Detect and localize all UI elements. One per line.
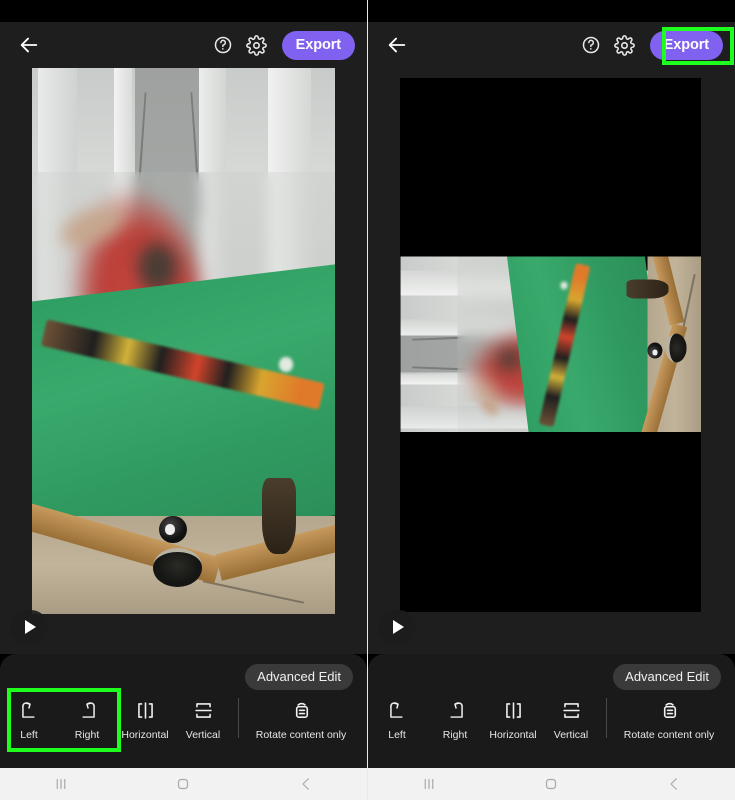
video-frame-pool-table-rotated (400, 256, 701, 432)
toolbar-divider (606, 698, 607, 738)
tool-flip-horizontal[interactable]: Horizontal (484, 698, 542, 741)
rotated-video-frame (400, 256, 701, 432)
rotate-left-icon (387, 698, 408, 722)
android-nav-bar (368, 768, 735, 800)
back-chevron-icon[interactable] (652, 768, 696, 800)
rotate-tools: Left Right Horizontal Vertical Rotate co… (368, 690, 735, 741)
tool-label: Vertical (185, 729, 221, 741)
flip-vertical-icon (193, 698, 214, 722)
tool-rotate-right[interactable]: Right (426, 698, 484, 741)
export-button[interactable]: Export (649, 30, 723, 60)
back-chevron-icon[interactable] (284, 768, 328, 800)
rotate-right-icon (445, 698, 466, 722)
advanced-edit-row: Advanced Edit (368, 654, 735, 690)
flip-horizontal-icon (135, 698, 156, 722)
panel-after: Export Advanced Edit Left Right Horizont… (367, 0, 735, 800)
advanced-edit-row: Advanced Edit (0, 654, 367, 690)
tool-rotate-left[interactable]: Left (0, 698, 58, 741)
advanced-edit-button[interactable]: Advanced Edit (613, 664, 721, 690)
tool-label: Horizontal (489, 729, 537, 741)
tool-flip-vertical[interactable]: Vertical (174, 698, 232, 741)
help-button[interactable] (576, 30, 606, 60)
tool-flip-vertical[interactable]: Vertical (542, 698, 600, 741)
tool-label: Right (442, 729, 468, 741)
settings-button[interactable] (610, 30, 640, 60)
rotate-tools: Left Right Horizontal Vertical Rotate co… (0, 690, 367, 741)
toolbar-divider (238, 698, 239, 738)
settings-button[interactable] (242, 30, 272, 60)
home-icon[interactable] (529, 768, 573, 800)
back-button[interactable] (12, 28, 46, 62)
play-button[interactable] (10, 610, 48, 644)
advanced-edit-button[interactable]: Advanced Edit (245, 664, 353, 690)
back-button[interactable] (380, 28, 414, 62)
tool-label: Horizontal (121, 729, 169, 741)
recents-icon[interactable] (407, 768, 451, 800)
video-preview[interactable] (32, 68, 335, 614)
rotate-content-icon (658, 698, 681, 722)
video-preview[interactable] (400, 78, 701, 612)
edit-toolbar: Advanced Edit Left Right Horizontal Vert… (368, 654, 735, 768)
recents-icon[interactable] (39, 768, 83, 800)
tool-label: Left (388, 729, 406, 741)
tool-label: Rotate content only (255, 729, 347, 741)
help-button[interactable] (208, 30, 238, 60)
play-button[interactable] (378, 610, 416, 644)
play-icon (25, 620, 36, 634)
tool-flip-horizontal[interactable]: Horizontal (116, 698, 174, 741)
edit-toolbar: Advanced Edit Left Right Horizontal Vert… (0, 654, 367, 768)
rotate-left-icon (19, 698, 40, 722)
tool-label: Vertical (553, 729, 589, 741)
tool-rotate-left[interactable]: Left (368, 698, 426, 741)
video-frame-pool-table (32, 68, 335, 614)
video-canvas-area (368, 68, 735, 654)
status-bar (368, 0, 735, 22)
tool-rotate-right[interactable]: Right (58, 698, 116, 741)
app-bar: Export (368, 22, 735, 68)
tool-label: Rotate content only (623, 729, 715, 741)
panel-before: Export Advanced Edit Left Right Horizont… (0, 0, 367, 800)
rotate-right-icon (77, 698, 98, 722)
play-icon (393, 620, 404, 634)
android-nav-bar (0, 768, 367, 800)
rotate-content-icon (290, 698, 313, 722)
tool-rotate-content-only[interactable]: Rotate content only (245, 698, 357, 741)
dual-screenshot-comparison: Export Advanced Edit Left Right Horizont… (0, 0, 735, 800)
app-bar: Export (0, 22, 367, 68)
export-button[interactable]: Export (281, 30, 355, 60)
tool-label: Right (74, 729, 100, 741)
flip-horizontal-icon (503, 698, 524, 722)
tool-label: Left (20, 729, 38, 741)
flip-vertical-icon (561, 698, 582, 722)
home-icon[interactable] (161, 768, 205, 800)
tool-rotate-content-only[interactable]: Rotate content only (613, 698, 725, 741)
video-canvas-area (0, 68, 367, 654)
status-bar (0, 0, 367, 22)
